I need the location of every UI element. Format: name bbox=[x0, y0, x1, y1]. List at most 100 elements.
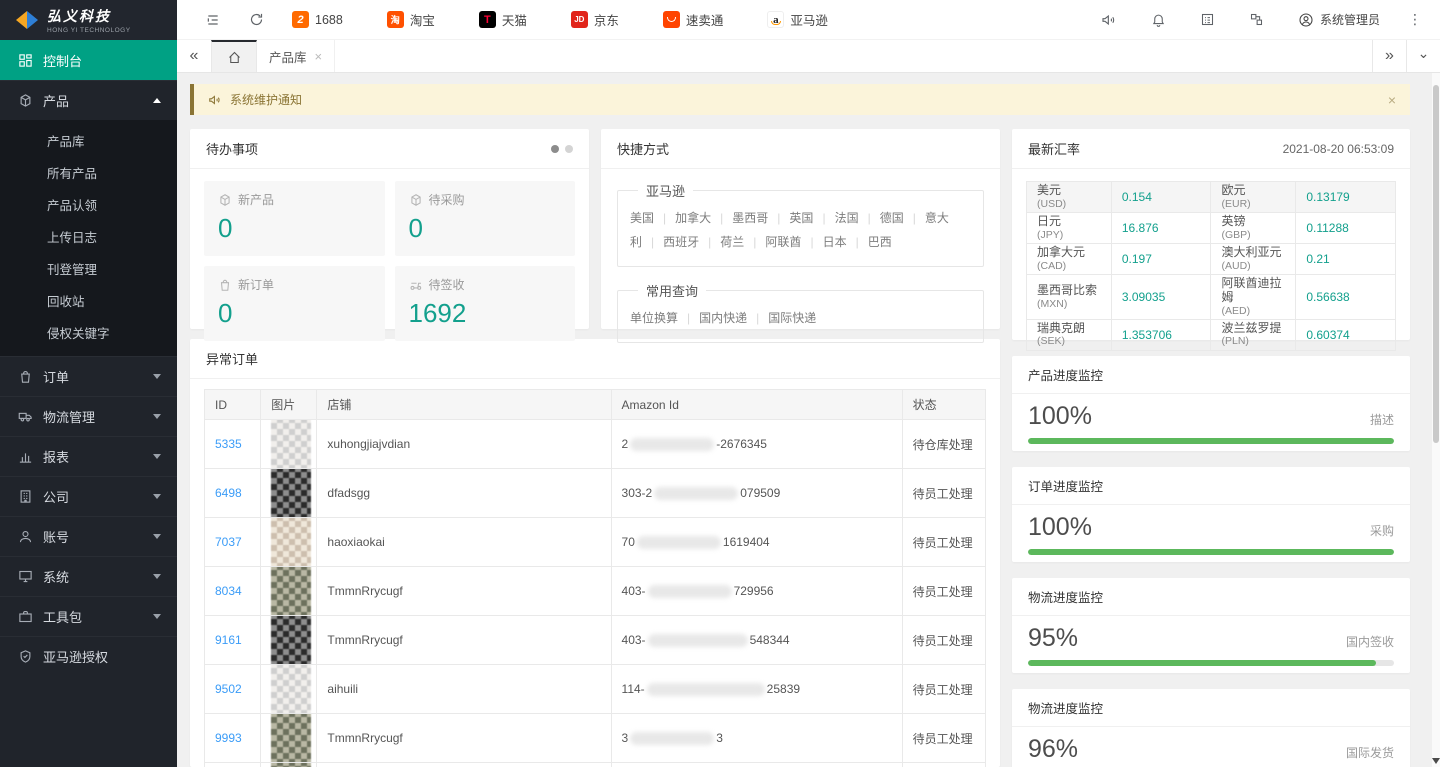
refresh-icon[interactable] bbox=[249, 12, 264, 27]
announcement-icon[interactable] bbox=[1101, 12, 1117, 28]
sidebar-item-logistics[interactable]: 物流管理 bbox=[0, 396, 177, 436]
table-row bbox=[205, 763, 986, 767]
shortcut-link-fr[interactable]: 法国 bbox=[835, 211, 880, 225]
table-row: 8034 TmmnRrycugf 403-729956 待员工处理 bbox=[205, 567, 986, 616]
shortcut-link-de[interactable]: 德国 bbox=[880, 211, 925, 225]
shortcut-link-ca[interactable]: 加拿大 bbox=[675, 211, 732, 225]
shortcut-link-domestic-express[interactable]: 国内快递 bbox=[699, 311, 768, 325]
close-notice-icon[interactable] bbox=[1388, 92, 1396, 108]
chevron-down-icon bbox=[153, 454, 161, 459]
order-id-link[interactable]: 9161 bbox=[215, 633, 242, 647]
chevron-down-icon bbox=[153, 614, 161, 619]
amazon-icon: a bbox=[767, 11, 784, 28]
sidebar-item-system[interactable]: 系统 bbox=[0, 556, 177, 596]
workflow-icon[interactable] bbox=[1249, 12, 1264, 27]
shortcut-link-uk[interactable]: 英国 bbox=[789, 211, 834, 225]
tabs-scroll-right-icon[interactable] bbox=[1372, 40, 1406, 72]
notice-text[interactable]: 系统维护通知 bbox=[230, 91, 302, 108]
chevron-down-icon bbox=[153, 374, 161, 379]
product-image bbox=[271, 420, 311, 469]
column-header-image: 图片 bbox=[261, 390, 317, 420]
sidebar-subitem-recycle-bin[interactable]: 回收站 bbox=[0, 286, 177, 318]
sidebar-subitem-listing-mgmt[interactable]: 刊登管理 bbox=[0, 254, 177, 286]
tabs-scroll-left-icon[interactable] bbox=[177, 40, 211, 72]
tab-home[interactable] bbox=[211, 40, 257, 72]
shortcut-link-mx[interactable]: 墨西哥 bbox=[732, 211, 789, 225]
tabs-menu-icon[interactable] bbox=[1406, 40, 1440, 72]
tile-label: 新产品 bbox=[238, 191, 274, 208]
group-legend: 常用查询 bbox=[638, 281, 706, 300]
sidebar-item-company[interactable]: 公司 bbox=[0, 476, 177, 516]
shortcut-link-ae[interactable]: 阿联酋 bbox=[765, 235, 822, 249]
order-id-link[interactable]: 7037 bbox=[215, 535, 242, 549]
sidebar-item-reports[interactable]: 报表 bbox=[0, 436, 177, 476]
monitor-title: 产品进度监控 bbox=[1028, 365, 1103, 384]
app-list-icon[interactable] bbox=[1200, 12, 1215, 27]
sidebar-item-accounts[interactable]: 账号 bbox=[0, 516, 177, 556]
sidebar-subitem-all-products[interactable]: 所有产品 bbox=[0, 158, 177, 190]
system-notice-banner: 系统维护通知 bbox=[190, 84, 1410, 115]
marketplace-link-jd[interactable]: JD 京东 bbox=[571, 10, 619, 29]
order-status: 待员工处理 bbox=[902, 616, 985, 665]
currency-name: 澳大利亚元 bbox=[1221, 246, 1285, 260]
shortcut-link-intl-express[interactable]: 国际快递 bbox=[768, 311, 816, 325]
marketplace-link-tmall[interactable]: T 天猫 bbox=[479, 10, 527, 29]
order-id-link[interactable]: 6498 bbox=[215, 486, 242, 500]
redacted-text bbox=[648, 634, 748, 647]
delivery-icon bbox=[409, 278, 423, 292]
topbar: 2 1688 淘 淘宝 T 天猫 JD 京东 速卖通 a 亚马逊 bbox=[177, 0, 1440, 40]
todo-tile-to-receive[interactable]: 待签收 1692 bbox=[395, 266, 576, 341]
sidebar-subitem-upload-log[interactable]: 上传日志 bbox=[0, 222, 177, 254]
tabbar: 产品库 bbox=[177, 40, 1440, 73]
shortcut-link-us[interactable]: 美国 bbox=[630, 211, 675, 225]
user-menu[interactable]: 系统管理员 bbox=[1298, 11, 1380, 28]
shortcut-link-jp[interactable]: 日本 bbox=[823, 235, 868, 249]
currency-name: 阿联酋迪拉姆 bbox=[1221, 277, 1285, 305]
shortcut-link-unit-convert[interactable]: 单位换算 bbox=[630, 311, 699, 325]
currency-rate: 0.56638 bbox=[1296, 275, 1396, 320]
table-row: 7037 haoxiaokai 701619404 待员工处理 bbox=[205, 518, 986, 567]
sidebar-item-console[interactable]: 控制台 bbox=[0, 40, 177, 80]
carousel-dot[interactable] bbox=[565, 145, 573, 153]
close-tab-icon[interactable] bbox=[315, 49, 323, 64]
carousel-dot-active[interactable] bbox=[551, 145, 559, 153]
scrollbar-down-arrow-icon[interactable] bbox=[1432, 758, 1440, 764]
sidebar-item-amazon-auth[interactable]: 亚马逊授权 bbox=[0, 636, 177, 676]
page-scrollbar[interactable] bbox=[1432, 73, 1440, 767]
user-name: 系统管理员 bbox=[1320, 11, 1380, 28]
sidebar-item-orders[interactable]: 订单 bbox=[0, 356, 177, 396]
bell-icon[interactable] bbox=[1151, 12, 1166, 27]
sidebar-item-toolkit[interactable]: 工具包 bbox=[0, 596, 177, 636]
shortcut-link-es[interactable]: 西班牙 bbox=[663, 235, 720, 249]
order-id-link[interactable]: 9993 bbox=[215, 731, 242, 745]
sidebar-subitem-infringing-keywords[interactable]: 侵权关键字 bbox=[0, 318, 177, 350]
sidebar-subitem-product-library[interactable]: 产品库 bbox=[0, 126, 177, 158]
sidebar-subitem-product-claim[interactable]: 产品认领 bbox=[0, 190, 177, 222]
scrollbar-thumb[interactable] bbox=[1433, 85, 1439, 443]
progress-label: 国内签收 bbox=[1346, 633, 1394, 650]
todo-tile-new-products[interactable]: 新产品 0 bbox=[204, 181, 385, 256]
collapse-sidebar-icon[interactable] bbox=[205, 12, 221, 28]
currency-name: 欧元 bbox=[1221, 184, 1285, 198]
sidebar-item-label: 产品 bbox=[43, 91, 69, 110]
order-id-link[interactable]: 8034 bbox=[215, 584, 242, 598]
currency-code: (GBP) bbox=[1221, 229, 1285, 241]
marketplace-link-taobao[interactable]: 淘 淘宝 bbox=[387, 10, 435, 29]
marketplace-link-aliexpress[interactable]: 速卖通 bbox=[663, 10, 724, 29]
tab-product-library[interactable]: 产品库 bbox=[257, 40, 335, 72]
order-id-link[interactable]: 9502 bbox=[215, 682, 242, 696]
more-menu-icon[interactable] bbox=[1408, 11, 1422, 28]
column-header-amazon-id: Amazon Id bbox=[611, 390, 902, 420]
table-row: 6498 dfadsgg 303-2079509 待员工处理 bbox=[205, 469, 986, 518]
marketplace-link-amazon[interactable]: a 亚马逊 bbox=[767, 10, 828, 29]
table-row: 5335 xuhongjiajvdian 2-2676345 待仓库处理 bbox=[205, 420, 986, 469]
currency-code: (MXN) bbox=[1037, 298, 1101, 310]
shortcut-link-br[interactable]: 巴西 bbox=[868, 235, 892, 249]
amazon-id: 33 bbox=[611, 714, 902, 763]
sidebar-item-product[interactable]: 产品 bbox=[0, 80, 177, 120]
shortcut-link-nl[interactable]: 荷兰 bbox=[720, 235, 765, 249]
order-id-link[interactable]: 5335 bbox=[215, 437, 242, 451]
todo-tile-to-purchase[interactable]: 待采购 0 bbox=[395, 181, 576, 256]
marketplace-link-1688[interactable]: 2 1688 bbox=[292, 11, 343, 28]
todo-tile-new-orders[interactable]: 新订单 0 bbox=[204, 266, 385, 341]
